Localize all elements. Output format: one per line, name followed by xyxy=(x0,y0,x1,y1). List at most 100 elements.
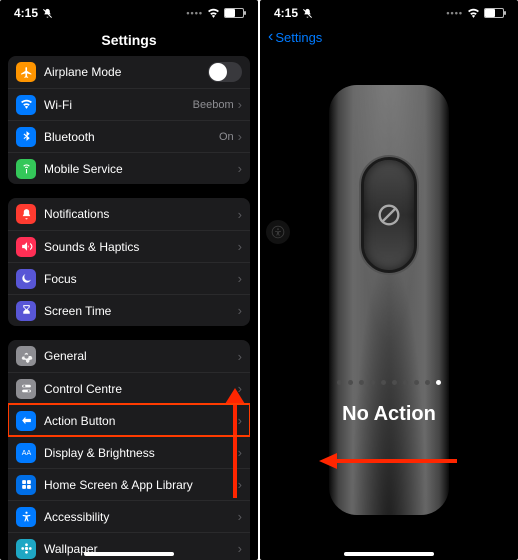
row-home-screen[interactable]: Home Screen & App Library › xyxy=(8,468,250,500)
chevron-right-icon: › xyxy=(238,413,242,428)
row-label: Focus xyxy=(44,272,238,286)
gear-icon xyxy=(16,346,36,366)
page-dot[interactable] xyxy=(425,380,430,385)
action-button-icon xyxy=(16,411,36,431)
row-airplane-mode[interactable]: Airplane Mode xyxy=(8,56,250,88)
row-mobile-service[interactable]: Mobile Service › xyxy=(8,152,250,184)
action-button-preview[interactable]: No Action xyxy=(260,55,518,560)
chevron-right-icon: › xyxy=(238,303,242,318)
action-button-render xyxy=(361,157,417,273)
chevron-right-icon: › xyxy=(238,509,242,524)
status-right: •••• xyxy=(186,8,244,18)
row-control-centre[interactable]: Control Centre › xyxy=(8,372,250,404)
chevron-right-icon: › xyxy=(238,349,242,364)
chevron-right-icon: › xyxy=(238,477,242,492)
status-time: 4:15 xyxy=(14,6,38,20)
page-dot[interactable] xyxy=(403,380,408,385)
action-button-screen: 4:15 •••• ‹ Settings No Action xyxy=(260,0,518,560)
airplane-toggle[interactable] xyxy=(208,62,242,82)
page-dots[interactable] xyxy=(337,380,441,385)
row-value: Beebom xyxy=(193,99,234,111)
bell-slash-icon xyxy=(42,8,53,19)
home-indicator[interactable] xyxy=(344,552,434,556)
chevron-right-icon: › xyxy=(238,97,242,112)
status-bar: 4:15 •••• xyxy=(260,0,518,22)
chevron-right-icon: › xyxy=(238,239,242,254)
row-accessibility[interactable]: Accessibility › xyxy=(8,500,250,532)
signal-dots-icon: •••• xyxy=(446,8,463,18)
status-left: 4:15 xyxy=(274,6,313,20)
row-label: Notifications xyxy=(44,207,238,221)
row-notifications[interactable]: Notifications › xyxy=(8,198,250,230)
back-label: Settings xyxy=(275,30,322,45)
row-value: On xyxy=(219,131,234,143)
row-bluetooth[interactable]: Bluetooth On › xyxy=(8,120,250,152)
settings-group-general: General › Control Centre › Action Button… xyxy=(8,340,250,560)
battery-icon xyxy=(224,8,244,18)
row-wifi[interactable]: Wi-Fi Beebom › xyxy=(8,88,250,120)
hourglass-icon xyxy=(16,301,36,321)
chevron-right-icon: › xyxy=(238,271,242,286)
speaker-icon xyxy=(16,237,36,257)
row-label: General xyxy=(44,349,238,363)
page-dot[interactable] xyxy=(370,380,375,385)
chevron-left-icon: ‹ xyxy=(268,28,273,46)
chevron-right-icon: › xyxy=(238,541,242,556)
status-bar: 4:15 •••• xyxy=(0,0,258,22)
status-right: •••• xyxy=(446,8,504,18)
row-label: Mobile Service xyxy=(44,162,238,176)
bell-icon xyxy=(16,204,36,224)
page-dot[interactable] xyxy=(381,380,386,385)
battery-icon xyxy=(484,8,504,18)
page-dot[interactable] xyxy=(392,380,397,385)
settings-group-connectivity: Airplane Mode Wi-Fi Beebom › Bluetooth O… xyxy=(8,56,250,184)
row-label: Wi-Fi xyxy=(44,98,193,112)
switches-icon xyxy=(16,379,36,399)
chevron-right-icon: › xyxy=(238,445,242,460)
bell-slash-icon xyxy=(302,8,313,19)
page-dot[interactable] xyxy=(359,380,364,385)
page-dot[interactable] xyxy=(414,380,419,385)
home-indicator[interactable] xyxy=(84,552,174,556)
brightness-icon: AA xyxy=(16,443,36,463)
accessibility-icon xyxy=(16,507,36,527)
row-label: Bluetooth xyxy=(44,130,219,144)
settings-group-notifications: Notifications › Sounds & Haptics › Focus… xyxy=(8,198,250,326)
row-screen-time[interactable]: Screen Time › xyxy=(8,294,250,326)
annotation-arrow-left xyxy=(319,451,459,471)
chevron-right-icon: › xyxy=(238,207,242,222)
row-label: Display & Brightness xyxy=(44,446,238,460)
row-action-button[interactable]: Action Button › xyxy=(8,404,250,436)
airplane-icon xyxy=(16,62,36,82)
page-dot[interactable] xyxy=(348,380,353,385)
wifi-icon xyxy=(16,95,36,115)
antenna-icon xyxy=(16,159,36,179)
chevron-right-icon: › xyxy=(238,381,242,396)
row-focus[interactable]: Focus › xyxy=(8,262,250,294)
row-label: Home Screen & App Library xyxy=(44,478,238,492)
row-label: Accessibility xyxy=(44,510,238,524)
page-dot[interactable] xyxy=(337,380,342,385)
grid-icon xyxy=(16,475,36,495)
status-left: 4:15 xyxy=(14,6,53,20)
action-mode-title: No Action xyxy=(342,403,436,426)
row-display[interactable]: AA Display & Brightness › xyxy=(8,436,250,468)
settings-screen: 4:15 •••• Settings Airplane Mode Wi-Fi B… xyxy=(0,0,258,560)
signal-dots-icon: •••• xyxy=(186,8,203,18)
svg-text:AA: AA xyxy=(21,450,31,457)
row-label: Screen Time xyxy=(44,304,238,318)
wifi-icon xyxy=(207,8,220,18)
wifi-icon xyxy=(467,8,480,18)
back-button[interactable]: ‹ Settings xyxy=(260,22,518,52)
page-dot[interactable] xyxy=(436,380,441,385)
row-sounds[interactable]: Sounds & Haptics › xyxy=(8,230,250,262)
status-time: 4:15 xyxy=(274,6,298,20)
row-label: Control Centre xyxy=(44,382,238,396)
page-title: Settings xyxy=(0,32,258,48)
row-general[interactable]: General › xyxy=(8,340,250,372)
row-label: Action Button xyxy=(44,414,238,428)
chevron-right-icon: › xyxy=(238,161,242,176)
moon-icon xyxy=(16,269,36,289)
row-label: Airplane Mode xyxy=(44,65,208,79)
flower-icon xyxy=(16,539,36,559)
